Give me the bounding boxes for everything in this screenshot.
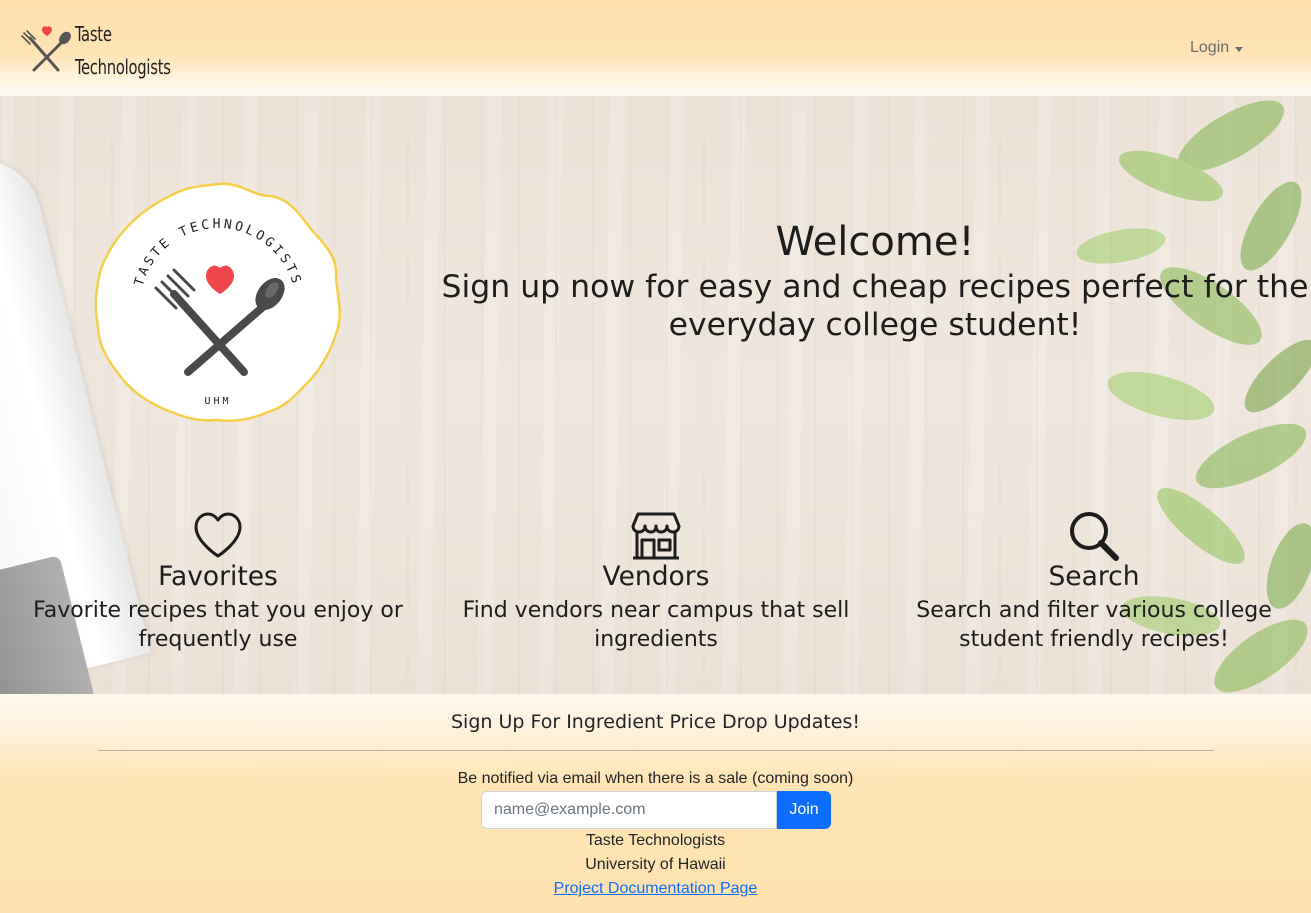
- navbar: Taste Technologists Login: [0, 0, 1311, 96]
- brand-link[interactable]: Taste Technologists: [18, 18, 198, 80]
- feature-favorites: Favorites Favorite recipes that you enjo…: [0, 510, 438, 654]
- welcome-block: Welcome! Sign up now for easy and cheap …: [440, 216, 1310, 344]
- feature-description: Find vendors near campus that sell ingre…: [462, 598, 850, 652]
- caret-down-icon: [1235, 46, 1244, 52]
- divider: [98, 750, 1214, 751]
- brand-name-line1: Taste: [75, 22, 112, 46]
- feature-description: Search and filter various college studen…: [916, 598, 1272, 652]
- login-dropdown[interactable]: Login: [1190, 36, 1244, 60]
- hero-section: TASTE TECHNOLOGISTS UHM Welcome! Sign up…: [0, 96, 1311, 694]
- taste-technologists-badge-logo: TASTE TECHNOLOGISTS UHM: [94, 182, 341, 422]
- feature-title: Vendors: [602, 561, 710, 592]
- feature-title: Favorites: [158, 561, 278, 592]
- footer: Sign Up For Ingredient Price Drop Update…: [0, 694, 1311, 913]
- feature-title: Search: [1048, 561, 1140, 592]
- shop-icon: [631, 512, 681, 560]
- join-button[interactable]: Join: [777, 791, 831, 829]
- welcome-title: Welcome!: [775, 219, 975, 265]
- signup-title: Sign Up For Ingredient Price Drop Update…: [450, 711, 861, 733]
- docs-link[interactable]: Project Documentation Page: [0, 879, 1311, 899]
- email-input[interactable]: name@example.com: [481, 791, 777, 829]
- feature-description: Favorite recipes that you enjoy or frequ…: [33, 598, 403, 652]
- email-signup-form: name@example.com Join: [481, 791, 831, 829]
- footer-university: University of Hawaii: [585, 856, 726, 873]
- heart-icon: [194, 512, 242, 558]
- welcome-subtitle: Sign up now for easy and cheap recipes p…: [441, 269, 1309, 343]
- feature-vendors: Vendors Find vendors near campus that se…: [436, 510, 876, 654]
- feature-search: Search Search and filter various college…: [874, 510, 1311, 654]
- search-icon: [1070, 512, 1119, 561]
- brand-name-line2: Technologists: [75, 55, 171, 79]
- fork-spoon-heart-logo-icon: [21, 26, 71, 72]
- notify-text: Be notified via email when there is a sa…: [457, 770, 854, 787]
- footer-org-name: Taste Technologists: [585, 832, 726, 849]
- badge-bottom-text: UHM: [204, 396, 231, 407]
- login-label: Login: [1190, 39, 1230, 56]
